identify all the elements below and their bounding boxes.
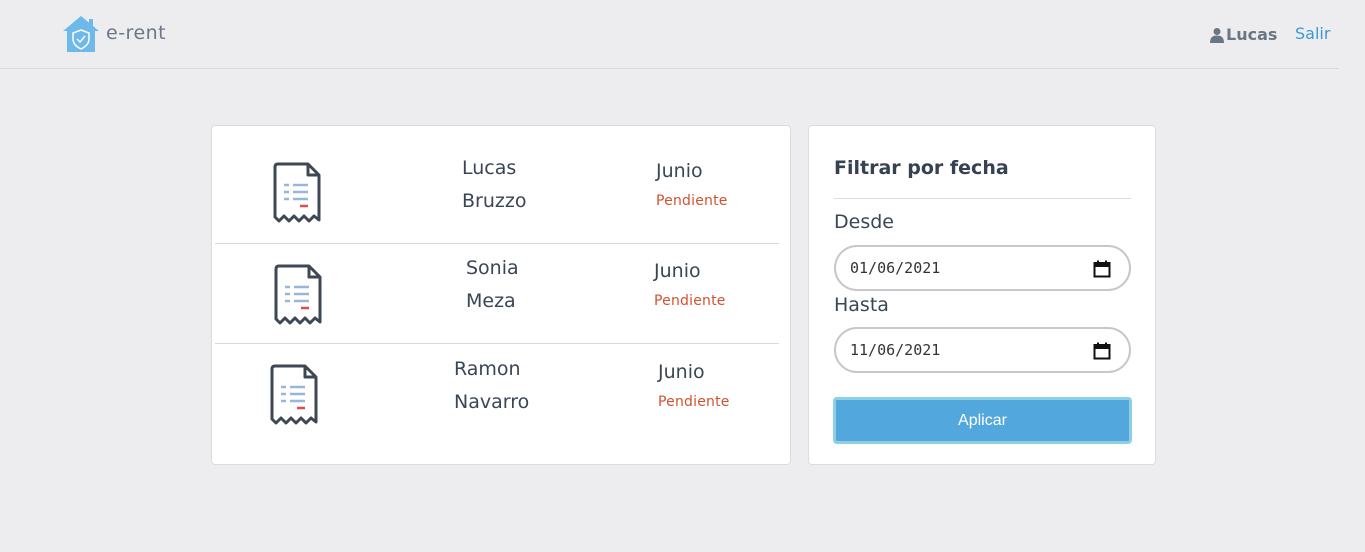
- apply-button[interactable]: Aplicar: [833, 397, 1132, 444]
- brand-name: e-rent: [106, 22, 167, 44]
- from-label: Desde: [834, 211, 894, 233]
- user-icon: [1210, 27, 1224, 43]
- receipt-icon: [270, 364, 318, 425]
- to-date-value: 11/06/2021: [850, 341, 941, 359]
- date-filter-panel: Filtrar por fecha Desde 01/06/2021 Hasta…: [808, 125, 1156, 465]
- from-date-value: 01/06/2021: [850, 259, 941, 277]
- to-date-input[interactable]: 11/06/2021: [834, 327, 1131, 373]
- calendar-icon[interactable]: [1093, 342, 1111, 360]
- rentals-list: Lucas Bruzzo Junio Pendiente Sonia Meza …: [211, 125, 791, 465]
- brand[interactable]: e-rent: [62, 15, 166, 53]
- receipt-icon: [273, 162, 321, 223]
- house-shield-icon: [63, 16, 99, 52]
- tenant-name: Ramon Navarro: [454, 353, 529, 419]
- list-item[interactable]: Ramon Navarro Junio Pendiente: [215, 344, 779, 444]
- calendar-icon[interactable]: [1093, 260, 1111, 278]
- status-badge: Pendiente: [658, 394, 730, 410]
- period-month: Junio: [658, 361, 705, 383]
- status-badge: Pendiente: [654, 293, 726, 309]
- user-menu[interactable]: Lucas: [1209, 25, 1277, 44]
- tenant-name: Lucas Bruzzo: [462, 152, 526, 218]
- period-month: Junio: [656, 160, 703, 182]
- navbar: e-rent Lucas Salir: [0, 0, 1339, 69]
- tenant-last-name: Navarro: [454, 391, 530, 413]
- filter-title: Filtrar por fecha: [834, 157, 1009, 179]
- tenant-first-name: Sonia: [466, 257, 519, 279]
- status-badge: Pendiente: [656, 193, 728, 209]
- receipt-icon: [274, 264, 322, 325]
- list-item[interactable]: Sonia Meza Junio Pendiente: [215, 244, 779, 344]
- tenant-last-name: Meza: [466, 290, 516, 312]
- user-name: Lucas: [1226, 25, 1278, 44]
- tenant-last-name: Bruzzo: [462, 190, 527, 212]
- tenant-name: Sonia Meza: [466, 252, 519, 318]
- tenant-first-name: Lucas: [462, 157, 517, 179]
- logout-link[interactable]: Salir: [1295, 24, 1330, 43]
- list-item[interactable]: Lucas Bruzzo Junio Pendiente: [215, 144, 779, 244]
- divider: [834, 198, 1131, 199]
- to-label: Hasta: [834, 294, 889, 316]
- period-month: Junio: [654, 260, 701, 282]
- tenant-first-name: Ramon: [454, 358, 521, 380]
- from-date-input[interactable]: 01/06/2021: [834, 245, 1131, 291]
